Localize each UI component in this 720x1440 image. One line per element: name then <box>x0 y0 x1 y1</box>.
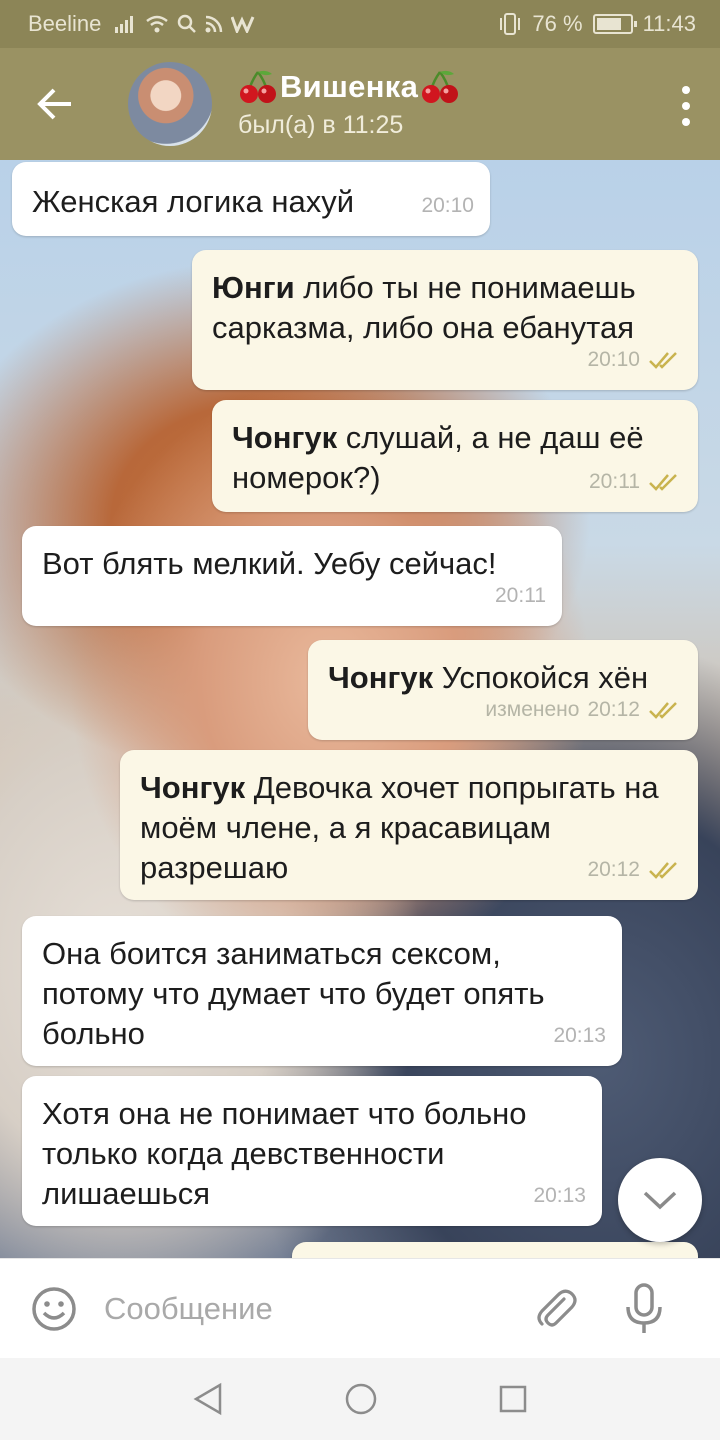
vibrate-icon <box>500 13 521 35</box>
menu-dot <box>682 102 690 110</box>
composer: Сообщение <box>0 1258 720 1358</box>
message-input[interactable]: Сообщение <box>104 1291 524 1327</box>
message-time: 20:10 <box>421 194 474 217</box>
chat-header: Вишенка был(а) в 11:25 <box>0 48 720 160</box>
clock: 11:43 <box>642 11 696 36</box>
message-bubble[interactable]: Чонгук слушай, а не даш её номерок?) 20:… <box>212 400 698 512</box>
message-text: Хотя она не понимает что больно только к… <box>42 1096 527 1211</box>
system-nav-bar <box>0 1358 720 1440</box>
cherry-icon <box>240 70 276 103</box>
battery-icon <box>592 14 637 34</box>
menu-dot <box>682 118 690 126</box>
signal-icon <box>115 16 134 33</box>
carrier-name: Beeline <box>28 11 102 36</box>
more-vertical-icon <box>682 86 690 94</box>
message-sender: Чонгук <box>140 770 246 805</box>
circle-home-icon[interactable] <box>344 1382 378 1416</box>
chat-title-block[interactable]: Вишенка был(а) в 11:25 <box>238 69 460 140</box>
message-bubble[interactable]: Хотя она не понимает что больно только к… <box>22 1076 602 1226</box>
message-text: Вот блять мелкий. Уебу сейчас! <box>42 546 497 581</box>
cherry-icon <box>422 70 459 103</box>
chat-title: Вишенка <box>238 69 460 105</box>
message-sender: Чонгук <box>328 660 434 695</box>
double-check-icon <box>649 862 677 879</box>
status-icons <box>115 14 255 34</box>
message-bubble[interactable]: Вот блять мелкий. Уебу сейчас! 20:11 <box>22 526 562 626</box>
message-bubble[interactable]: Женская логика нахуй 20:10 <box>12 162 490 236</box>
message-text: Женская логика нахуй <box>32 184 355 219</box>
w-app-icon <box>231 16 255 33</box>
double-check-icon <box>649 702 677 719</box>
scroll-down-button[interactable] <box>618 1158 702 1242</box>
battery-percent: 76 % <box>532 11 583 36</box>
message-time: 20:11 <box>589 470 640 493</box>
search-icon <box>178 14 197 33</box>
message-time: 20:13 <box>533 1184 586 1207</box>
message-bubble[interactable]: Юнги либо ты не понимаешь сарказма, либо… <box>192 250 698 390</box>
message-bubble[interactable]: Она боится заниматься сексом, потому что… <box>22 916 622 1066</box>
battery-fill <box>596 18 621 30</box>
message-time: 20:13 <box>553 1024 606 1047</box>
rss-icon <box>205 15 223 33</box>
message-edited-label: изменено <box>485 698 580 721</box>
message-text: Она боится заниматься сексом, потому что… <box>42 936 545 1051</box>
smile-icon[interactable] <box>30 1285 78 1333</box>
chevron-down-icon <box>643 1191 677 1210</box>
message-bubble-partial[interactable] <box>292 1242 698 1258</box>
status-bar: Beeline 76 % 11:43 <box>0 0 720 48</box>
message-bubble[interactable]: Чонгук Девочка хочет попрыгать на моём ч… <box>120 750 698 900</box>
message-list[interactable]: Женская логика нахуй 20:10 Юнги либо ты … <box>0 160 720 1258</box>
microphone-icon[interactable] <box>624 1282 664 1335</box>
triangle-back-icon[interactable] <box>192 1382 224 1416</box>
paperclip-icon[interactable] <box>534 1287 578 1331</box>
back-button[interactable] <box>0 48 110 160</box>
message-sender: Юнги <box>212 270 295 305</box>
arrow-left-icon <box>37 88 71 120</box>
message-time: 20:10 <box>587 348 640 371</box>
avatar[interactable] <box>128 62 212 146</box>
message-time: 20:11 <box>495 584 546 607</box>
more-menu-button[interactable] <box>682 86 690 126</box>
double-check-icon <box>649 352 677 369</box>
square-recents-icon[interactable] <box>498 1384 528 1414</box>
chat-name: Вишенка <box>280 68 419 104</box>
message-sender: Чонгук <box>232 420 338 455</box>
last-seen-status: был(а) в 11:25 <box>238 110 404 139</box>
message-time: 20:12 <box>587 858 640 881</box>
double-check-icon <box>649 474 677 491</box>
message-bubble[interactable]: Чонгук Успокойся хён изменено 20:12 <box>308 640 698 740</box>
message-time: 20:12 <box>587 698 640 721</box>
wifi-icon <box>146 15 169 33</box>
